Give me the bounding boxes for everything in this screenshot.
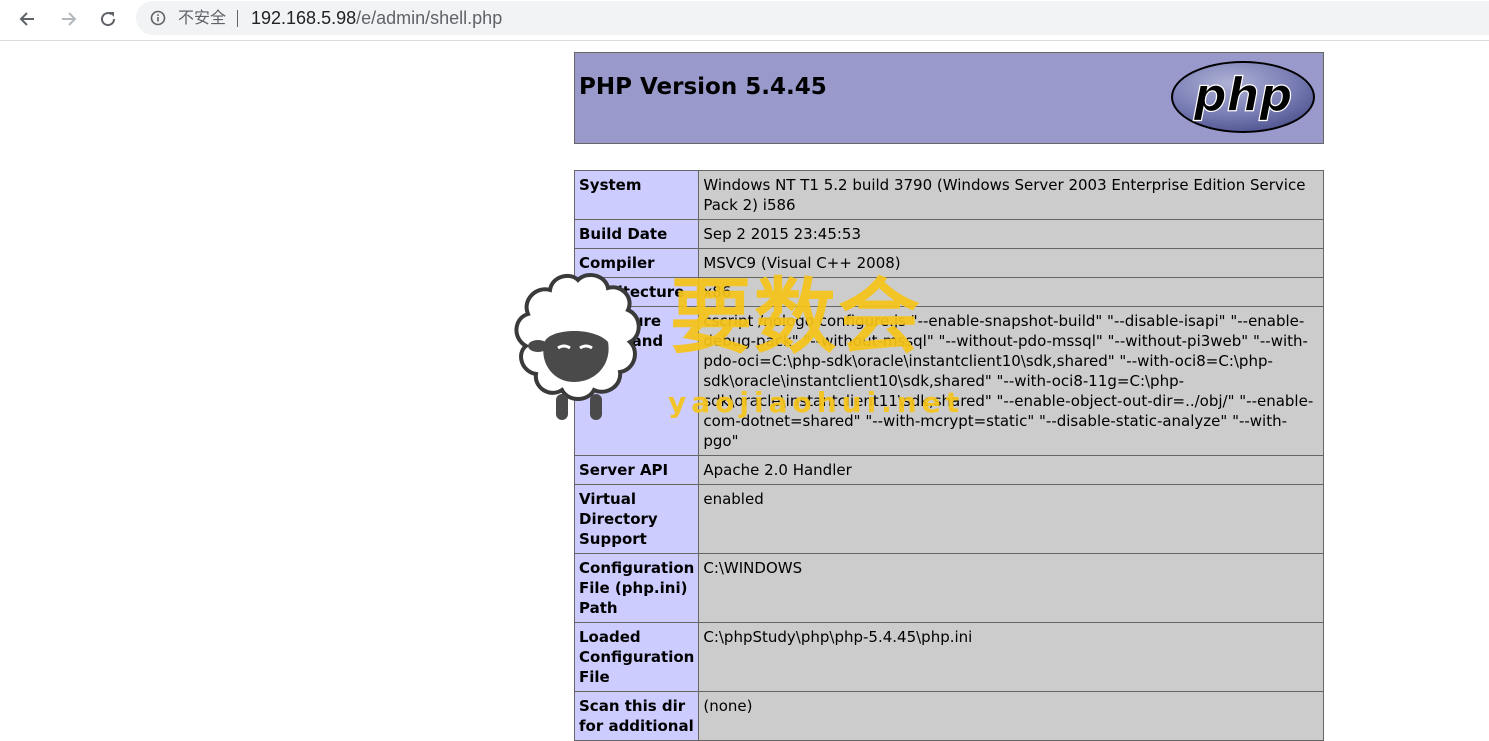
page-title: PHP Version 5.4.45 bbox=[579, 74, 827, 100]
security-label[interactable]: 不安全 bbox=[178, 8, 226, 28]
phpinfo-header: PHP Version 5.4.45 php bbox=[574, 52, 1324, 144]
table-row: Configure Command cscript /nologo configu… bbox=[573, 306, 1324, 456]
url-host: 192.168.5.98 bbox=[251, 8, 357, 28]
row-value: Sep 2 2015 23:45:53 bbox=[698, 219, 1324, 249]
info-icon[interactable] bbox=[150, 10, 166, 26]
reload-icon bbox=[101, 12, 116, 27]
browser-toolbar: 不安全 192.168.5.98/e/admin/shell.php bbox=[0, 0, 1489, 41]
table-row: Virtual Directory Support enabled bbox=[573, 484, 1324, 554]
php-logo-text: php bbox=[1193, 68, 1293, 122]
table-row: Loaded Configuration File C:\phpStudy\php… bbox=[573, 622, 1324, 692]
table-row: Architecture x86 bbox=[573, 277, 1324, 307]
table-row: Compiler MSVC9 (Visual C++ 2008) bbox=[573, 248, 1324, 278]
row-label: Architecture bbox=[573, 277, 700, 307]
table-row: Configuration File (php.ini) Path C:\WIND… bbox=[573, 553, 1324, 623]
phpinfo-page: PHP Version 5.4.45 php System Windows NT … bbox=[573, 52, 1324, 741]
url-text[interactable]: 192.168.5.98/e/admin/shell.php bbox=[251, 7, 502, 29]
arrow-left-icon bbox=[19, 12, 34, 26]
row-value: Apache 2.0 Handler bbox=[698, 455, 1324, 485]
php-logo[interactable]: php bbox=[1169, 59, 1319, 135]
row-label: Configure Command bbox=[573, 306, 700, 456]
row-label: Virtual Directory Support bbox=[573, 484, 700, 554]
table-row: Server API Apache 2.0 Handler bbox=[573, 455, 1324, 485]
address-bar[interactable]: 不安全 192.168.5.98/e/admin/shell.php bbox=[136, 1, 1489, 35]
reload-button[interactable] bbox=[92, 4, 124, 34]
row-value: C:\WINDOWS bbox=[698, 553, 1324, 623]
table-row: Build Date Sep 2 2015 23:45:53 bbox=[573, 219, 1324, 249]
row-label: Compiler bbox=[573, 248, 700, 278]
row-label: Loaded Configuration File bbox=[573, 622, 700, 692]
row-value: enabled bbox=[698, 484, 1324, 554]
forward-button[interactable] bbox=[52, 4, 84, 34]
row-label: Configuration File (php.ini) Path bbox=[573, 553, 700, 623]
back-button[interactable] bbox=[12, 4, 44, 34]
row-value: x86 bbox=[698, 277, 1324, 307]
url-path: /e/admin/shell.php bbox=[356, 8, 503, 28]
arrow-right-icon bbox=[62, 12, 77, 26]
row-value: MSVC9 (Visual C++ 2008) bbox=[698, 248, 1324, 278]
row-value: cscript /nologo configure.js "--enable-s… bbox=[698, 306, 1324, 456]
table-row: System Windows NT T1 5.2 build 3790 (Wind… bbox=[573, 170, 1324, 220]
row-value: (none) bbox=[698, 691, 1324, 741]
row-value: Windows NT T1 5.2 build 3790 (Windows Se… bbox=[698, 170, 1324, 220]
row-label: Scan this dir for additional bbox=[573, 691, 700, 741]
row-label: Server API bbox=[573, 455, 700, 485]
row-value: C:\phpStudy\php\php-5.4.45\php.ini bbox=[698, 622, 1324, 692]
info-table: System Windows NT T1 5.2 build 3790 (Wind… bbox=[573, 170, 1324, 741]
row-label: System bbox=[573, 170, 700, 220]
table-row: Scan this dir for additional (none) bbox=[573, 691, 1324, 741]
address-separator bbox=[237, 10, 238, 27]
row-label: Build Date bbox=[573, 219, 700, 249]
